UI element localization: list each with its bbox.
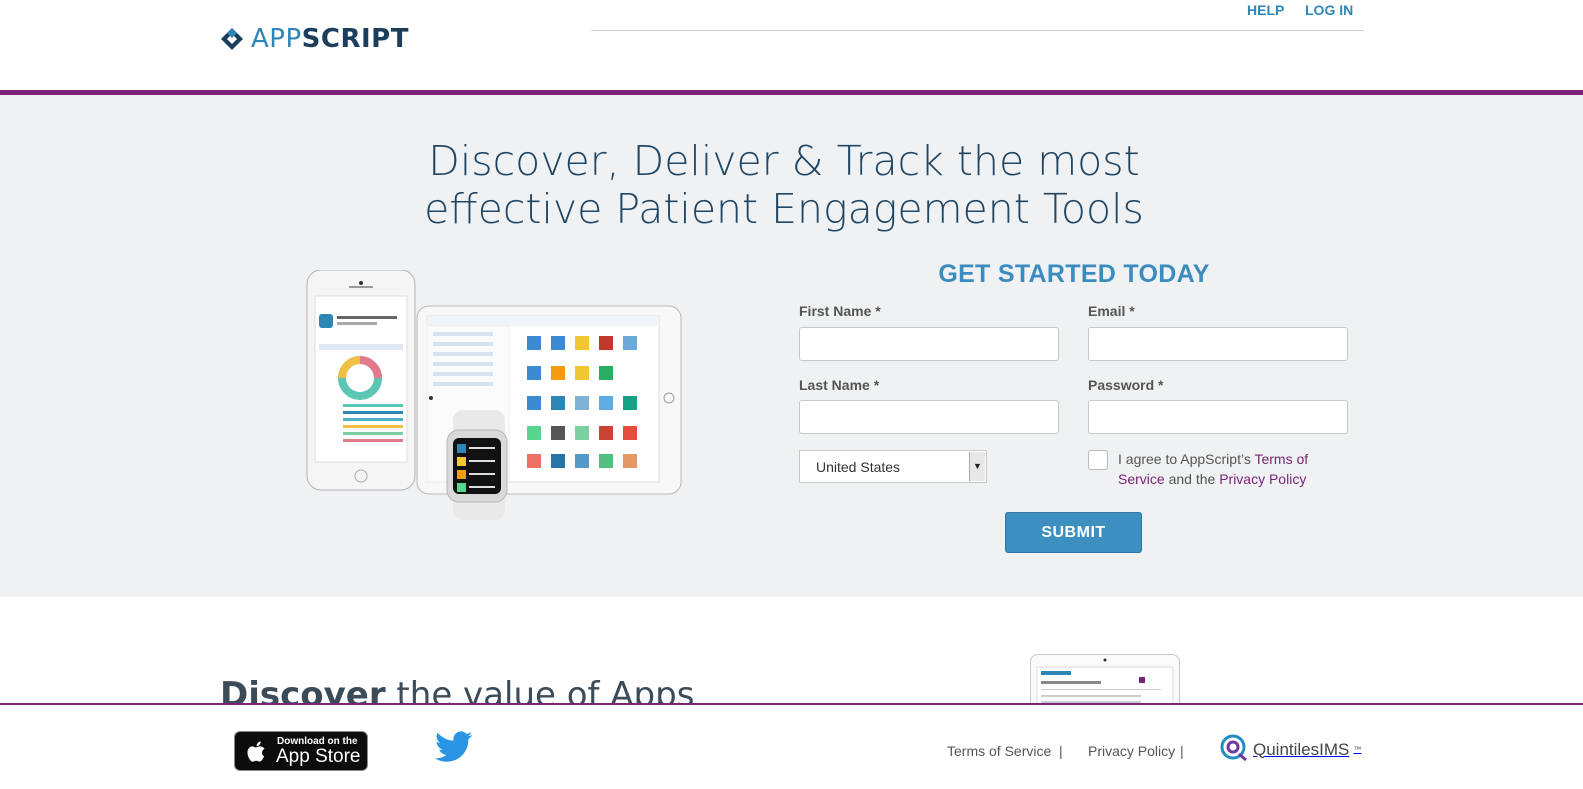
app-store-badge[interactable]: Download on the App Store: [234, 731, 368, 771]
footer-terms-link[interactable]: Terms of Service: [947, 743, 1051, 759]
help-link[interactable]: HELP: [1247, 2, 1284, 18]
apple-icon: [245, 739, 269, 770]
footer-separator: |: [1180, 743, 1184, 759]
headline-line-1: Discover, Deliver & Track the most: [428, 137, 1140, 185]
quintiles-icon: [1219, 732, 1249, 767]
country-select-value: United States: [816, 459, 901, 475]
headline-line-2: effective Patient Engagement Tools: [424, 185, 1144, 233]
appscript-logo[interactable]: APPSCRIPT: [219, 24, 409, 54]
submit-button[interactable]: SUBMIT: [1005, 512, 1142, 553]
top-nav: HELP LOG IN: [591, 0, 1364, 31]
appscript-logo-icon: [219, 26, 245, 52]
site-header: APPSCRIPT HELP LOG IN: [0, 0, 1583, 90]
privacy-link[interactable]: Privacy Policy: [1219, 471, 1306, 487]
twitter-icon[interactable]: [435, 731, 473, 768]
terms-checkbox[interactable]: [1088, 450, 1108, 470]
first-name-label: First Name *: [799, 303, 881, 319]
login-link[interactable]: LOG IN: [1305, 2, 1353, 18]
password-input[interactable]: [1088, 400, 1348, 434]
logo-wordmark: APPSCRIPT: [251, 24, 409, 54]
email-input[interactable]: [1088, 327, 1348, 361]
footer-privacy-link[interactable]: Privacy Policy: [1088, 743, 1175, 759]
quintiles-logo[interactable]: QuintilesIMS ™: [1219, 732, 1361, 767]
footer-separator: |: [1059, 743, 1063, 759]
tablet-preview-image: [1030, 654, 1180, 703]
password-label: Password *: [1088, 377, 1164, 393]
site-footer: Download on the App Store Terms of Servi…: [0, 703, 1583, 789]
email-label: Email *: [1088, 303, 1135, 319]
country-select[interactable]: United States ▼: [799, 450, 987, 483]
dropdown-arrow-icon[interactable]: ▼: [969, 452, 985, 481]
form-title: GET STARTED TODAY: [938, 260, 1210, 288]
device-illustration: [305, 269, 685, 530]
discover-title: Discover the value of Apps: [220, 675, 695, 703]
hero-headline: Discover, Deliver & Track the most effec…: [0, 137, 1568, 233]
last-name-label: Last Name *: [799, 377, 880, 393]
first-name-input[interactable]: [799, 327, 1059, 361]
last-name-input[interactable]: [799, 400, 1059, 434]
hero-section: Discover, Deliver & Track the most effec…: [0, 95, 1583, 597]
terms-agreement-text: I agree to AppScript’s Terms of Service …: [1118, 451, 1309, 487]
discover-section: Discover the value of Apps: [0, 597, 1583, 703]
